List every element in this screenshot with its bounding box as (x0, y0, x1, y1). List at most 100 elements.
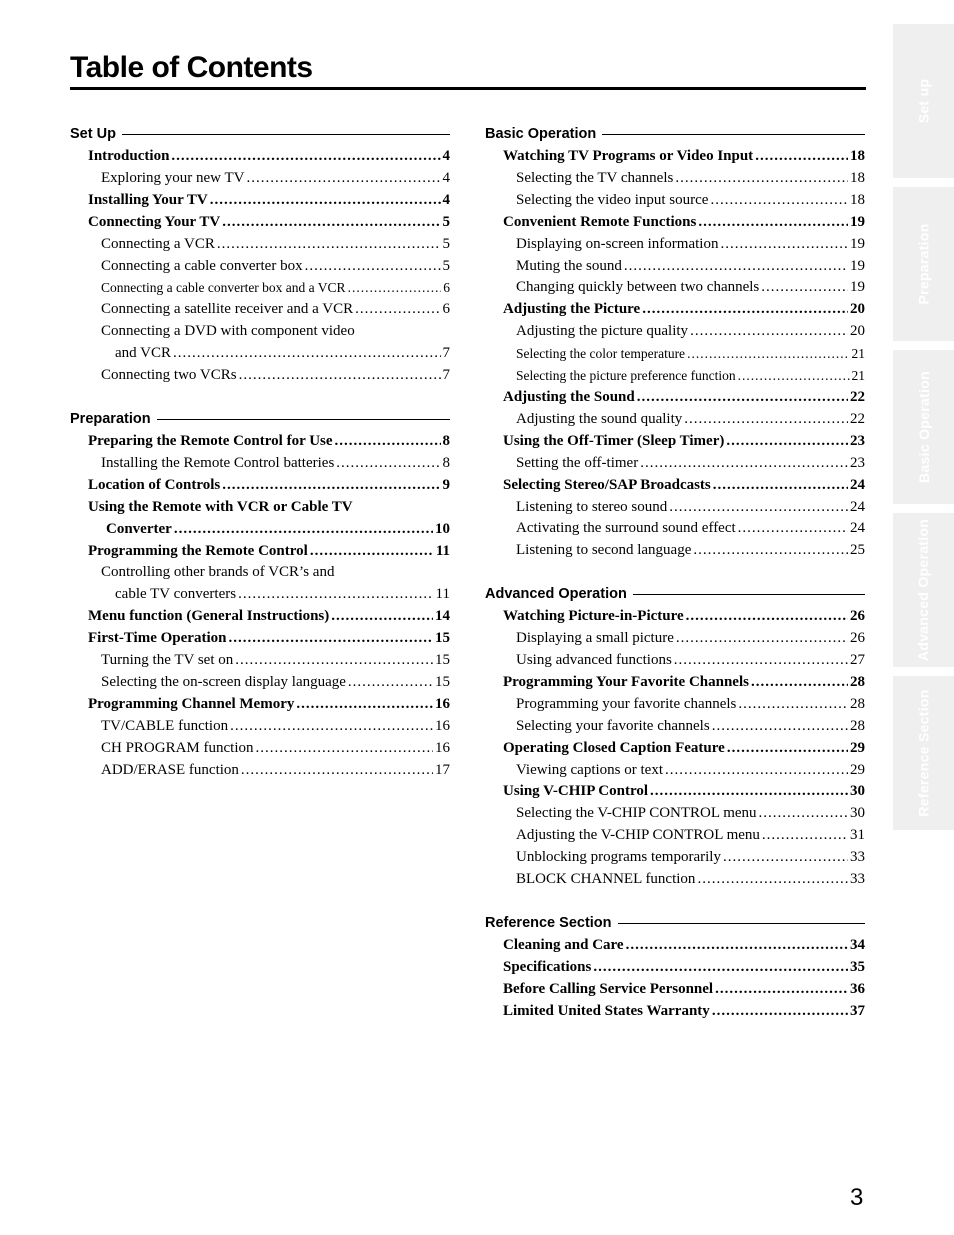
toc-entry[interactable]: Preparing the Remote Control for Use 8 (70, 431, 450, 453)
toc-entry[interactable]: Menu function (General Instructions) 14 (70, 606, 450, 628)
entry-label: Using V-CHIP Control (503, 783, 649, 800)
entry-page-number: 10 (435, 520, 450, 537)
toc-entry[interactable]: Watching Picture-in-Picture 26 (485, 606, 865, 628)
toc-subentry[interactable]: Setting the off-timer 23 (485, 453, 865, 475)
entry-label: Adjusting the sound quality (516, 410, 683, 427)
toc-entry[interactable]: Cleaning and Care 34 (485, 935, 865, 957)
dot-leader (723, 847, 848, 869)
toc-subentry[interactable]: TV/CABLE function 16 (70, 716, 450, 738)
toc-subentry[interactable]: Controlling other brands of VCR’s and (70, 562, 450, 584)
toc-subentry[interactable]: Selecting the picture preference functio… (485, 365, 865, 387)
toc-subentry[interactable]: Activating the surround sound effect 24 (485, 518, 865, 540)
toc-subentry[interactable]: Exploring your new TV 4 (70, 168, 450, 190)
toc-entry[interactable]: Converter 10 (70, 519, 450, 541)
entry-page-number: 15 (435, 652, 450, 669)
toc-subentry[interactable]: Selecting the color temperature 21 (485, 343, 865, 365)
toc-entry[interactable]: Installing Your TV 4 (70, 190, 450, 212)
toc-subentry[interactable]: Selecting the video input source 18 (485, 190, 865, 212)
toc-entry[interactable]: Location of Controls 9 (70, 475, 450, 497)
toc-entry[interactable]: Programming Your Favorite Channels 28 (485, 672, 865, 694)
entry-label: Displaying a small picture (516, 630, 674, 647)
entry-page-number: 20 (850, 301, 865, 318)
entry-label: and VCR (115, 345, 171, 362)
toc-subentry[interactable]: Selecting the TV channels 18 (485, 168, 865, 190)
toc-subentry[interactable]: Displaying on-screen information 19 (485, 234, 865, 256)
side-tab-basic-operation[interactable]: Basic Operation (893, 350, 954, 504)
toc-entry[interactable]: Limited United States Warranty 37 (485, 1001, 865, 1023)
toc-subentry[interactable]: CH PROGRAM function 16 (70, 738, 450, 760)
section-heading: Basic Operation (485, 124, 865, 144)
toc-subentry[interactable]: Selecting your favorite channels 28 (485, 716, 865, 738)
toc-entry[interactable]: Using the Remote with VCR or Cable TV (70, 497, 450, 519)
toc-entry[interactable]: Convenient Remote Functions 19 (485, 212, 865, 234)
toc-subentry[interactable]: Adjusting the picture quality 20 (485, 321, 865, 343)
toc-subentry[interactable]: Installing the Remote Control batteries 8 (70, 453, 450, 475)
toc-column-right: Basic Operation Watching TV Programs or V… (485, 124, 865, 1045)
toc-subentry[interactable]: Changing quickly between two channels 19 (485, 277, 865, 299)
toc-subentry[interactable]: ADD/ERASE function 17 (70, 760, 450, 782)
side-tab-reference-section[interactable]: Reference Section (893, 676, 954, 830)
entry-page-number: 7 (442, 345, 451, 362)
dot-leader (348, 277, 442, 299)
toc-subentry[interactable]: Programming your favorite channels 28 (485, 694, 865, 716)
entry-label: Introduction (88, 148, 170, 164)
toc-subentry[interactable]: Turning the TV set on 15 (70, 650, 450, 672)
entry-page-number: 15 (435, 673, 450, 690)
entry-page-number: 8 (442, 454, 451, 471)
dot-leader (296, 694, 433, 716)
toc-subentry[interactable]: Listening to second language 25 (485, 540, 865, 562)
toc-subentry[interactable]: Adjusting the sound quality 22 (485, 409, 865, 431)
toc-entry[interactable]: Specifications 35 (485, 957, 865, 979)
toc-subentry[interactable]: Displaying a small picture 26 (485, 628, 865, 650)
toc-subentry[interactable]: Selecting the V-CHIP CONTROL menu 30 (485, 803, 865, 825)
toc-entry[interactable]: Connecting Your TV 5 (70, 212, 450, 234)
entry-label: Selecting the video input source (516, 191, 709, 208)
entry-label: Selecting your favorite channels (516, 717, 710, 734)
toc-entry[interactable]: Introduction 4 (70, 146, 450, 168)
toc-subentry[interactable]: and VCR 7 (70, 343, 450, 365)
entry-page-number: 19 (850, 213, 865, 230)
toc-entry[interactable]: Using the Off-Timer (Sleep Timer) 23 (485, 431, 865, 453)
section-heading: Reference Section (485, 913, 865, 933)
toc-subentry[interactable]: Muting the sound 19 (485, 256, 865, 278)
toc-entry[interactable]: Adjusting the Picture 20 (485, 299, 865, 321)
toc-entry[interactable]: Programming Channel Memory 16 (70, 694, 450, 716)
toc-entry[interactable]: First-Time Operation 15 (70, 628, 450, 650)
toc-subentry[interactable]: Adjusting the V-CHIP CONTROL menu 31 (485, 825, 865, 847)
toc-subentry[interactable]: Listening to stereo sound 24 (485, 497, 865, 519)
toc-subentry[interactable]: BLOCK CHANNEL function 33 (485, 869, 865, 891)
side-tab-advanced-operation[interactable]: Advanced Operation (893, 513, 954, 667)
side-tab-preparation[interactable]: Preparation (893, 187, 954, 341)
toc-subentry[interactable]: Connecting a VCR 5 (70, 234, 450, 256)
toc-entry[interactable]: Using V-CHIP Control 30 (485, 781, 865, 803)
side-tab-label: Preparation (915, 223, 932, 305)
title-rule (70, 87, 866, 90)
dot-leader (669, 497, 848, 519)
toc-subentry[interactable]: Connecting a satellite receiver and a VC… (70, 299, 450, 321)
toc-subentry[interactable]: Viewing captions or text 29 (485, 760, 865, 782)
toc-section: Preparation Preparing the Remote Control … (70, 409, 450, 782)
toc-subentry[interactable]: Connecting a cable converter box and a V… (70, 277, 450, 299)
toc-entry[interactable]: Selecting Stereo/SAP Broadcasts 24 (485, 475, 865, 497)
toc-entry[interactable]: Adjusting the Sound 22 (485, 387, 865, 409)
side-tab-set-up[interactable]: Set up (893, 24, 954, 178)
toc-subentry[interactable]: Using advanced functions 27 (485, 650, 865, 672)
entry-label: Listening to second language (516, 542, 692, 559)
toc-entry[interactable]: Before Calling Service Personnel 36 (485, 979, 865, 1001)
entry-page-number: 28 (850, 673, 865, 690)
toc-subentry[interactable]: Connecting a DVD with component video (70, 321, 450, 343)
entry-label: Operating Closed Caption Feature (503, 739, 725, 756)
entry-page-number: 19 (850, 257, 865, 274)
toc-entry[interactable]: Watching TV Programs or Video Input 18 (485, 146, 865, 168)
section-title: Set Up (70, 126, 116, 142)
toc-subentry[interactable]: cable TV converters 11 (70, 584, 450, 606)
toc-entry[interactable]: Operating Closed Caption Feature 29 (485, 738, 865, 760)
toc-subentry[interactable]: Connecting a cable converter box 5 (70, 256, 450, 278)
entry-label: Connecting a cable converter box (101, 257, 303, 274)
entry-label: Selecting the picture preference functio… (516, 368, 736, 384)
toc-subentry[interactable]: Connecting two VCRs 7 (70, 365, 450, 387)
toc-subentry[interactable]: Selecting the on-screen display language… (70, 672, 450, 694)
toc-entry[interactable]: Programming the Remote Control 11 (70, 541, 450, 563)
toc-subentry[interactable]: Unblocking programs temporarily 33 (485, 847, 865, 869)
dot-leader (246, 168, 440, 190)
